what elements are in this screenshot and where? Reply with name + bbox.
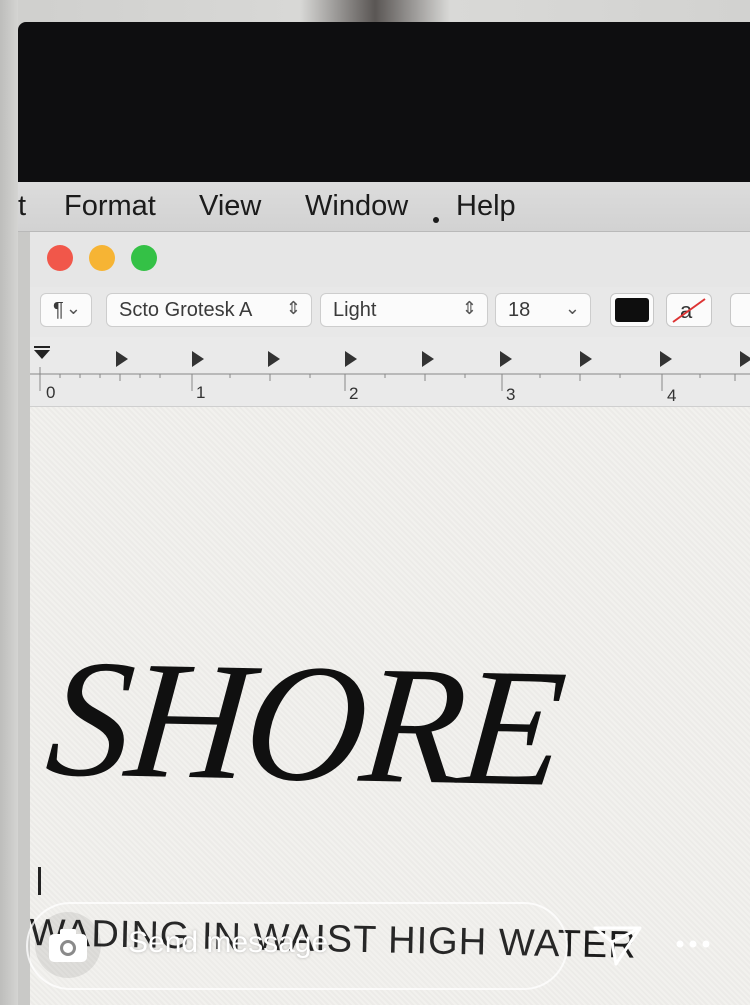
minimize-button[interactable]: [89, 245, 115, 271]
monitor-left-edge: [0, 0, 18, 1005]
ruler-label-1: 1: [196, 383, 206, 402]
monitor-bezel: [18, 22, 750, 182]
close-button[interactable]: [47, 245, 73, 271]
bold-button[interactable]: [730, 293, 750, 327]
text-cursor: [38, 867, 41, 895]
menu-bar: t Format View Window Help: [18, 182, 750, 232]
ruler[interactable]: 0 1 2 3 4: [30, 337, 750, 407]
paragraph-style-popup[interactable]: ¶ ⌄: [40, 293, 92, 327]
font-size-value: 18: [508, 299, 531, 321]
chevron-down-icon: ⌄: [65, 298, 81, 318]
menu-item-window[interactable]: Window: [305, 190, 408, 223]
more-options-button[interactable]: [672, 920, 714, 964]
paragraph-icon: ¶: [53, 299, 64, 321]
font-family-popup[interactable]: Scto Grotesk A ⇕: [106, 293, 312, 327]
background-color-well[interactable]: a: [666, 293, 712, 327]
font-style-value: Light: [333, 299, 377, 321]
window-titlebar: [30, 232, 750, 287]
send-message-placeholder[interactable]: Send message: [128, 926, 328, 960]
ruler-label-2: 2: [349, 384, 359, 403]
ellipsis-icon: [676, 940, 710, 948]
menu-item-help[interactable]: Help: [456, 190, 516, 223]
ruler-label-4: 4: [667, 386, 677, 405]
updown-arrows-icon: ⇕: [461, 298, 477, 318]
camera-button[interactable]: [35, 912, 101, 978]
updown-arrows-icon: ⇕: [285, 298, 301, 318]
format-toolbar: ¶ ⌄ Scto Grotesk A ⇕ Light ⇕ 18 ⌄ a: [30, 287, 750, 337]
textedit-window: ¶ ⌄ Scto Grotesk A ⇕ Light ⇕ 18 ⌄ a 0 1 …: [29, 232, 750, 1005]
camera-icon: [49, 929, 87, 962]
font-family-value: Scto Grotesk A: [119, 299, 253, 321]
paper-plane-icon: [593, 926, 642, 966]
svg-text:a: a: [680, 298, 693, 323]
text-color-well[interactable]: [610, 293, 654, 327]
menu-item-view[interactable]: View: [199, 190, 261, 223]
ruler-label-0: 0: [46, 383, 56, 402]
share-button[interactable]: [592, 920, 644, 968]
text-color-swatch: [615, 298, 649, 322]
menu-item-edit-partial[interactable]: t: [18, 190, 26, 223]
zoom-button[interactable]: [131, 245, 157, 271]
chevron-down-icon: ⌄: [564, 298, 580, 318]
document-headline: SHORE: [40, 625, 569, 822]
ruler-label-3: 3: [506, 385, 516, 404]
menu-dot: [433, 217, 439, 223]
no-color-icon: a: [672, 298, 706, 323]
menu-item-format[interactable]: Format: [64, 190, 156, 223]
font-style-popup[interactable]: Light ⇕: [320, 293, 488, 327]
font-size-combo[interactable]: 18 ⌄: [495, 293, 591, 327]
ruler-scale: [30, 346, 750, 391]
